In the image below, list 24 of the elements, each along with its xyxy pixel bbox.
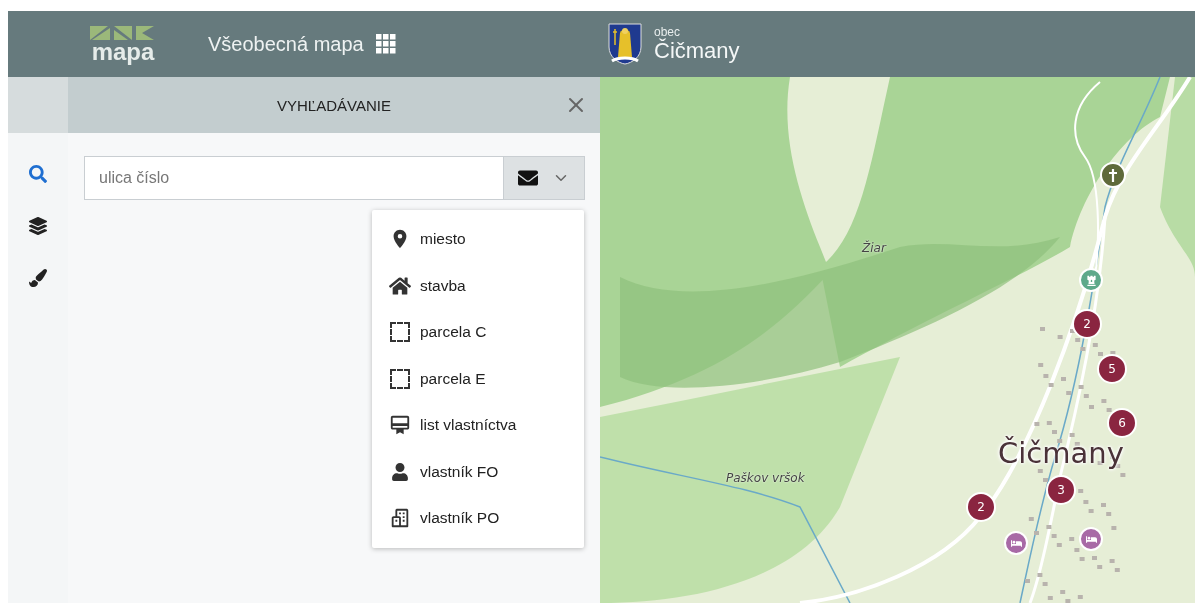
brush-icon xyxy=(29,269,47,287)
dashed-square-icon xyxy=(388,320,412,345)
layers-icon xyxy=(29,217,47,235)
search-field[interactable]: ulica číslo xyxy=(84,156,503,200)
search-type-button[interactable] xyxy=(503,156,585,200)
municipality-name: Čičmany xyxy=(654,38,740,62)
panel-title: VYHĽADÁVANIE xyxy=(277,96,391,114)
municipality-label: obec xyxy=(654,26,681,39)
menu-item[interactable]: vlastník PO xyxy=(372,495,584,542)
envelope-icon xyxy=(518,168,538,188)
menu-item[interactable]: list vlastníctva xyxy=(372,402,584,449)
search-icon xyxy=(29,165,47,183)
menu-item[interactable]: vlastník FO xyxy=(372,448,584,495)
app-grid-icon[interactable] xyxy=(375,34,396,54)
place-label: Paškov vršok xyxy=(726,472,805,484)
app-title: Všeobecná mapa xyxy=(208,32,364,56)
logo: mapa xyxy=(80,16,166,72)
place-label: Žiar xyxy=(862,242,886,254)
menu-item[interactable]: miesto xyxy=(372,216,584,263)
menu-item[interactable]: parcela C xyxy=(372,309,584,356)
dashed-square-icon xyxy=(388,366,412,391)
menu-item[interactable]: stavba xyxy=(372,262,584,309)
menu-item[interactable]: parcela E xyxy=(372,355,584,402)
coat-of-arms-icon xyxy=(608,23,642,65)
